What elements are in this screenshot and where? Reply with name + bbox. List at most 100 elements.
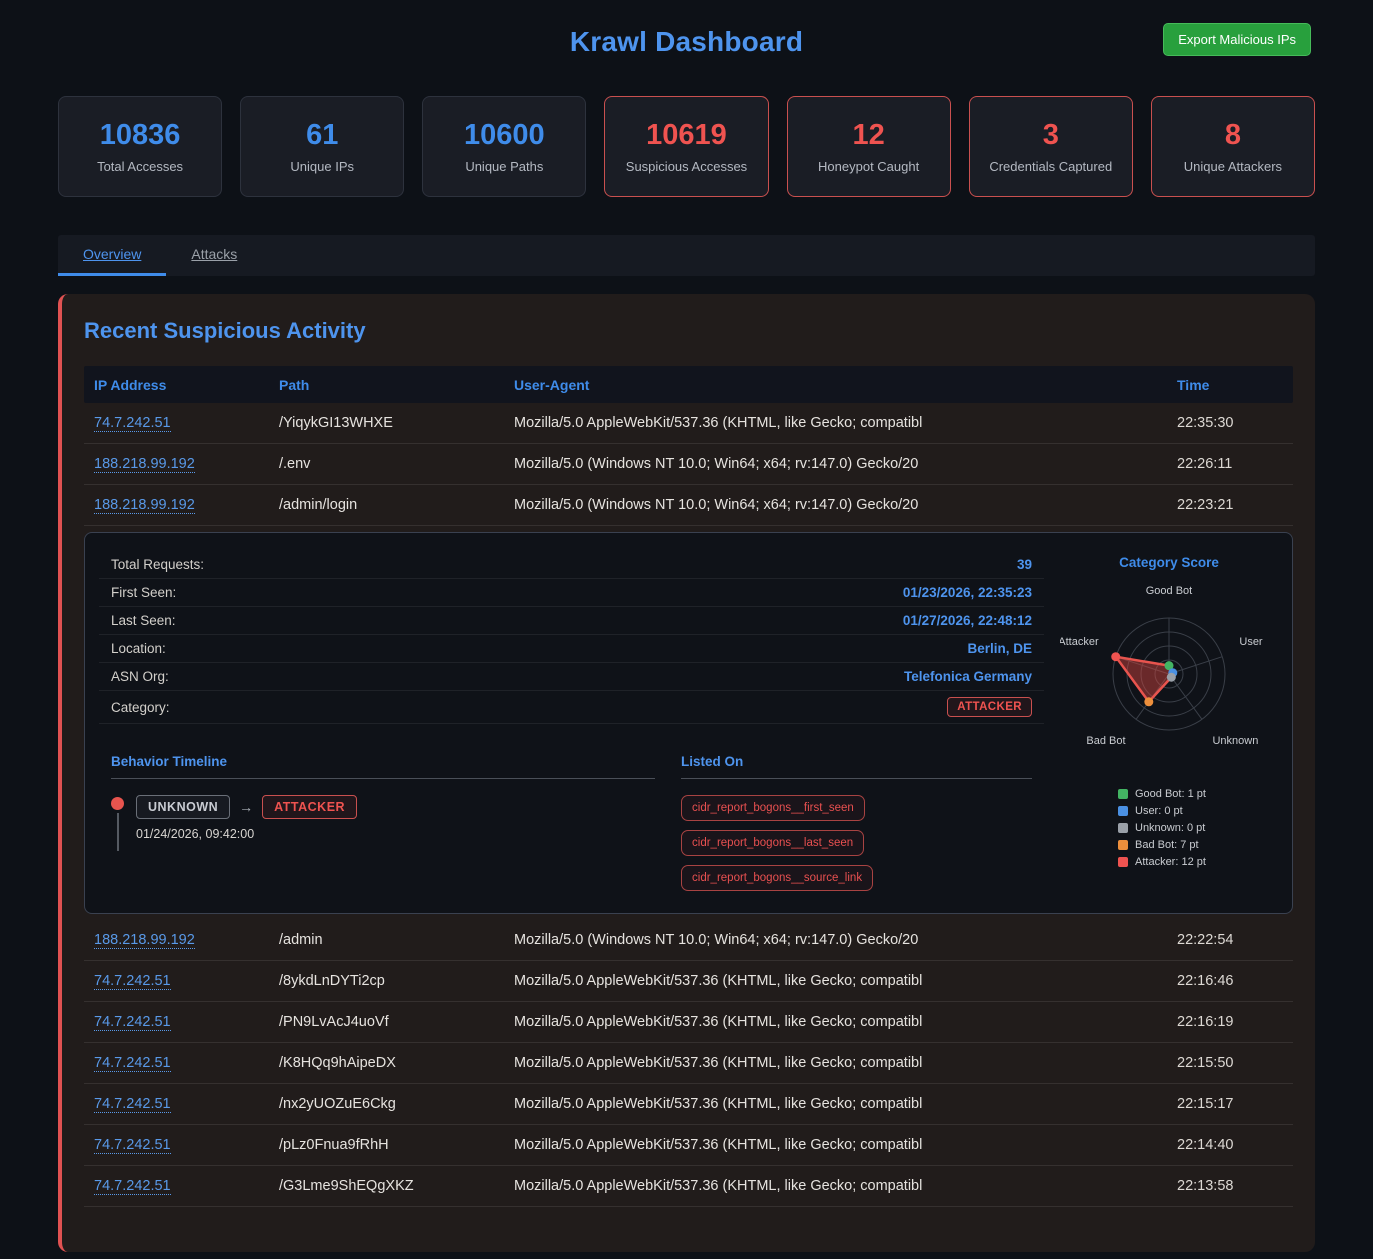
- ip-cell: 188.218.99.192: [94, 456, 279, 472]
- table-row[interactable]: 74.7.242.51/PN9LvAcJ4uoVfMozilla/5.0 App…: [84, 1002, 1293, 1043]
- table-row[interactable]: 74.7.242.51/K8HQq9hAipeDXMozilla/5.0 App…: [84, 1043, 1293, 1084]
- ip-address-link[interactable]: 188.218.99.192: [94, 456, 195, 473]
- timeline-to-badge: ATTACKER: [262, 795, 357, 819]
- legend-swatch: [1118, 857, 1128, 867]
- stats-cards-row: 10836Total Accesses61Unique IPs10600Uniq…: [58, 96, 1315, 197]
- stat-card-suspicious-accesses: 10619Suspicious Accesses: [604, 96, 768, 197]
- legend-label: Unknown: 0 pt: [1135, 822, 1205, 834]
- table-rows-before-detail: 74.7.242.51/YiqykGI13WHXEMozilla/5.0 App…: [84, 403, 1293, 526]
- ip-address-link[interactable]: 74.7.242.51: [94, 1137, 171, 1154]
- time-cell: 22:22:54: [1177, 932, 1283, 948]
- ip-info-fields: Total Requests:39First Seen:01/23/2026, …: [99, 551, 1044, 691]
- table-row[interactable]: 188.218.99.192 /.envMozilla/5.0 (Windows …: [84, 444, 1293, 485]
- legend-item: Unknown: 0 pt: [1118, 822, 1206, 834]
- user-agent-cell: Mozilla/5.0 AppleWebKit/537.36 (KHTML, l…: [514, 1014, 1177, 1030]
- legend-label: User: 0 pt: [1135, 805, 1183, 817]
- column-header-time: Time: [1177, 377, 1283, 393]
- table-row[interactable]: 188.218.99.192/adminMozilla/5.0 (Windows…: [84, 920, 1293, 961]
- time-cell: 22:13:58: [1177, 1178, 1283, 1194]
- table-row[interactable]: 74.7.242.51/8ykdLnDYTi2cpMozilla/5.0 App…: [84, 961, 1293, 1002]
- info-value: 01/27/2026, 22:48:12: [903, 613, 1032, 628]
- listed-on-badge[interactable]: cidr_report_bogons__source_link: [681, 865, 873, 891]
- ip-cell: 74.7.242.51: [94, 973, 279, 989]
- stat-label: Unique Attackers: [1184, 159, 1282, 174]
- ip-cell: 74.7.242.51: [94, 415, 279, 431]
- info-row-total-requests: Total Requests:39: [99, 551, 1044, 579]
- ip-cell: 74.7.242.51: [94, 1014, 279, 1030]
- ip-cell: 74.7.242.51: [94, 1137, 279, 1153]
- ip-cell: 74.7.242.51: [94, 1096, 279, 1112]
- info-value: Berlin, DE: [967, 641, 1032, 656]
- table-header-row: IP AddressPathUser-AgentTime: [84, 366, 1293, 403]
- timeline-line: [117, 813, 119, 851]
- time-cell: 22:16:19: [1177, 1014, 1283, 1030]
- ip-address-link[interactable]: 74.7.242.51: [94, 1178, 171, 1195]
- time-cell: 22:15:50: [1177, 1055, 1283, 1071]
- legend-label: Bad Bot: 7 pt: [1135, 839, 1199, 851]
- column-header-user-agent: User-Agent: [514, 377, 1177, 393]
- table-row[interactable]: 74.7.242.51/G3Lme9ShEQgXKZMozilla/5.0 Ap…: [84, 1166, 1293, 1207]
- info-label: Location:: [111, 641, 166, 656]
- listed-on-badge[interactable]: cidr_report_bogons__first_seen: [681, 795, 865, 821]
- export-malicious-ips-button[interactable]: Export Malicious IPs: [1163, 23, 1311, 56]
- user-agent-cell: Mozilla/5.0 (Windows NT 10.0; Win64; x64…: [514, 932, 1177, 948]
- user-agent-cell: Mozilla/5.0 AppleWebKit/537.36 (KHTML, l…: [514, 1055, 1177, 1071]
- path-cell: /pLz0Fnua9fRhH: [279, 1137, 514, 1153]
- arrow-right-icon: →: [239, 799, 253, 815]
- column-header-ip-address: IP Address: [94, 377, 279, 393]
- user-agent-cell: Mozilla/5.0 (Windows NT 10.0; Win64; x64…: [514, 456, 1177, 472]
- stat-value: 10600: [464, 119, 545, 152]
- ip-address-link[interactable]: 188.218.99.192: [94, 497, 195, 514]
- listed-on-title: Listed On: [681, 754, 1032, 779]
- time-cell: 22:26:11: [1177, 456, 1283, 472]
- tab-attacks[interactable]: Attacks: [166, 235, 262, 276]
- path-cell: /.env: [279, 456, 514, 472]
- ip-address-link[interactable]: 74.7.242.51: [94, 415, 171, 432]
- info-value: 01/23/2026, 22:35:23: [903, 585, 1032, 600]
- info-row-last-seen: Last Seen:01/27/2026, 22:48:12: [99, 607, 1044, 635]
- ip-address-link[interactable]: 74.7.242.51: [94, 973, 171, 990]
- ip-cell: 74.7.242.51: [94, 1055, 279, 1071]
- stat-card-total-accesses: 10836 Total Accesses: [58, 96, 222, 197]
- time-cell: 22:23:21: [1177, 497, 1283, 513]
- table-rows-after-detail: 188.218.99.192/adminMozilla/5.0 (Windows…: [84, 920, 1293, 1207]
- radar-chart-title: Category Score: [1119, 555, 1219, 570]
- panel-title: Recent Suspicious Activity: [84, 318, 1293, 344]
- timeline-gutter: [111, 795, 124, 851]
- legend-item: Good Bot: 1 pt: [1118, 788, 1206, 800]
- stat-value: 10836: [100, 119, 181, 152]
- ip-detail-panel: Total Requests:39First Seen:01/23/2026, …: [84, 532, 1293, 914]
- time-cell: 22:14:40: [1177, 1137, 1283, 1153]
- recent-suspicious-activity-panel: Recent Suspicious Activity IP AddressPat…: [58, 294, 1315, 1252]
- legend-item: Bad Bot: 7 pt: [1118, 839, 1206, 851]
- listed-on-badge[interactable]: cidr_report_bogons__last_seen: [681, 830, 864, 856]
- stat-card-unique-paths: 10600Unique Paths: [422, 96, 586, 197]
- ip-address-link[interactable]: 74.7.242.51: [94, 1014, 171, 1031]
- info-value: 39: [1017, 557, 1032, 572]
- ip-address-link[interactable]: 74.7.242.51: [94, 1096, 171, 1113]
- path-cell: /G3Lme9ShEQgXKZ: [279, 1178, 514, 1194]
- stat-label: Total Accesses: [97, 159, 183, 174]
- category-label: Category:: [111, 700, 170, 715]
- radar-axis-label: Good Bot: [1146, 585, 1192, 597]
- stat-card-unique-attackers: 8Unique Attackers: [1151, 96, 1315, 197]
- tab-overview[interactable]: Overview: [58, 235, 166, 276]
- category-attacker-badge: ATTACKER: [947, 697, 1032, 717]
- ip-address-link[interactable]: 188.218.99.192: [94, 932, 195, 949]
- table-row[interactable]: 74.7.242.51/pLz0Fnua9fRhHMozilla/5.0 App…: [84, 1125, 1293, 1166]
- category-row: Category: ATTACKER: [99, 691, 1044, 724]
- timeline-item: UNKNOWN → ATTACKER 01/24/2026, 09:42:00: [111, 795, 655, 851]
- legend-item: Attacker: 12 pt: [1118, 856, 1206, 868]
- time-cell: 22:35:30: [1177, 415, 1283, 431]
- table-row[interactable]: 74.7.242.51/YiqykGI13WHXEMozilla/5.0 App…: [84, 403, 1293, 444]
- path-cell: /K8HQq9hAipeDX: [279, 1055, 514, 1071]
- user-agent-cell: Mozilla/5.0 AppleWebKit/537.36 (KHTML, l…: [514, 1096, 1177, 1112]
- legend-label: Attacker: 12 pt: [1135, 856, 1206, 868]
- stat-card-unique-ips: 61Unique IPs: [240, 96, 404, 197]
- path-cell: /nx2yUOZuE6Ckg: [279, 1096, 514, 1112]
- ip-address-link[interactable]: 74.7.242.51: [94, 1055, 171, 1072]
- timeline-body: UNKNOWN → ATTACKER 01/24/2026, 09:42:00: [136, 795, 357, 851]
- table-row[interactable]: 74.7.242.51/nx2yUOZuE6CkgMozilla/5.0 App…: [84, 1084, 1293, 1125]
- table-row[interactable]: 188.218.99.192/admin/loginMozilla/5.0 (W…: [84, 485, 1293, 526]
- tab-bar: OverviewAttacks: [58, 235, 1315, 276]
